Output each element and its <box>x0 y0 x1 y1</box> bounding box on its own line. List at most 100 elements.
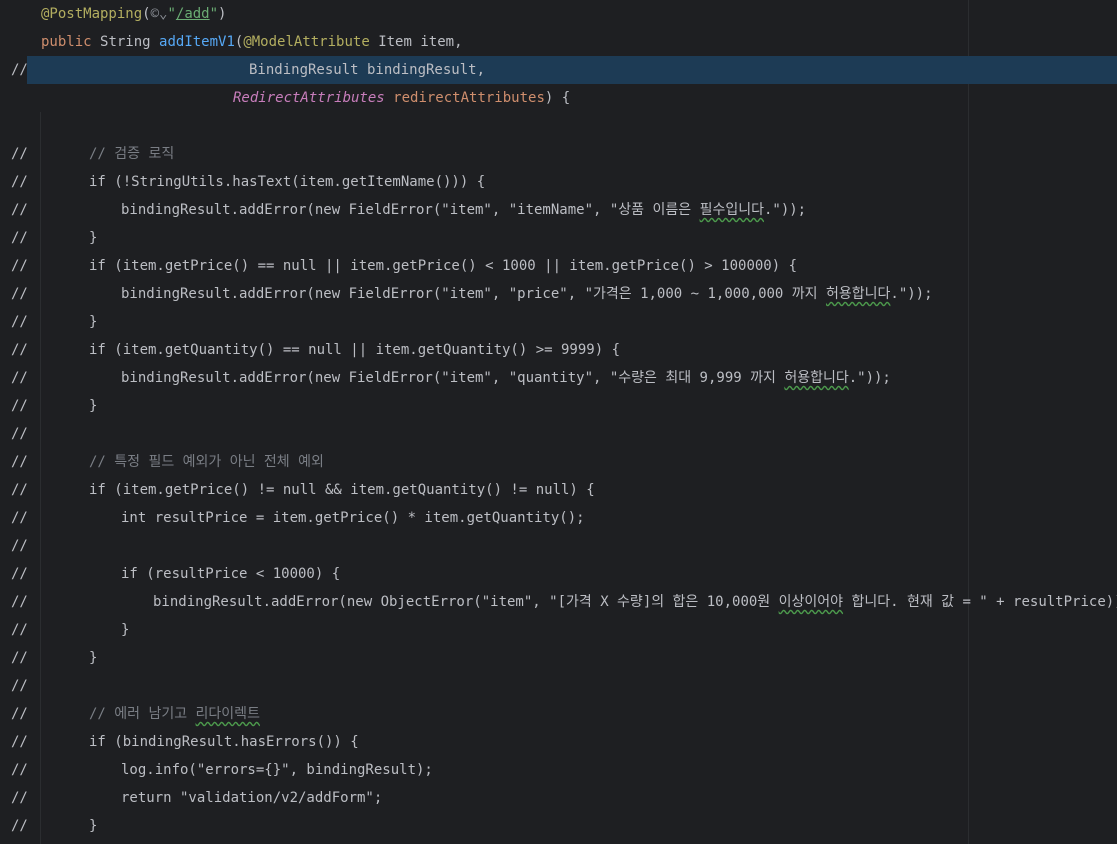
code-token: ) { <box>544 90 571 106</box>
code-token: if (item.getPrice() == null || item.getP… <box>89 258 798 274</box>
code-line[interactable]: //} <box>0 392 1117 420</box>
code-token: if (bindingResult.hasErrors()) { <box>89 734 359 750</box>
code-token: } <box>89 314 98 330</box>
line-comment-prefix: // <box>11 146 28 162</box>
code-token: } <box>89 230 98 246</box>
code-token: } <box>89 818 98 834</box>
code-token: if (resultPrice < 10000) { <box>121 566 341 582</box>
code-token: 이상이어야 <box>778 594 844 610</box>
code-text: // 특정 필드 예외가 아닌 전체 예외 <box>89 448 324 476</box>
code-line[interactable]: // // 특정 필드 예외가 아닌 전체 예외 <box>0 448 1117 476</box>
code-text: @PostMapping(©⌄"/add") <box>41 0 226 28</box>
code-text: // 검증 로직 <box>89 140 174 168</box>
code-editor[interactable]: @PostMapping(©⌄"/add") public String addI… <box>0 0 1117 844</box>
code-token: redirectAttributes <box>393 90 545 106</box>
code-token: addItemV1 <box>159 34 235 50</box>
code-token: if (item.getPrice() != null && item.getQ… <box>89 482 595 498</box>
line-comment-prefix: // <box>11 650 28 666</box>
code-token: 허용합니다 <box>825 286 891 302</box>
code-text: if (bindingResult.hasErrors()) { <box>89 728 359 756</box>
code-token: if (item.getQuantity() == null || item.g… <box>89 342 621 358</box>
code-line[interactable]: //} <box>0 812 1117 840</box>
code-line[interactable]: // int resultPrice = item.getPrice() * it… <box>0 504 1117 532</box>
code-line[interactable]: // if (!StringUtils.hasText(item.getItemN… <box>0 168 1117 196</box>
code-token: item <box>420 34 455 50</box>
code-token: // 특정 필드 예외가 아닌 전체 예외 <box>89 454 324 470</box>
code-line[interactable]: // <box>0 532 1117 560</box>
code-text: } <box>89 392 97 420</box>
code-line[interactable] <box>0 112 1117 140</box>
code-line[interactable]: // if (item.getPrice() != null && item.ge… <box>0 476 1117 504</box>
code-token: , <box>454 34 463 50</box>
line-comment-prefix: // <box>11 426 28 442</box>
code-token: } <box>89 650 98 666</box>
code-line[interactable]: //} <box>0 616 1117 644</box>
code-line[interactable]: // bindingResult.addError(new FieldError(… <box>0 280 1117 308</box>
code-text: } <box>89 644 97 672</box>
code-text: return "validation/v2/addForm"; <box>121 784 382 812</box>
line-comment-prefix: // <box>11 174 28 190</box>
code-token: if (!StringUtils.hasText(item.getItemNam… <box>89 174 486 190</box>
code-token: bindingResult.addError(new FieldError("i… <box>121 202 700 218</box>
code-text: public String addItemV1(@ModelAttribute … <box>41 28 463 56</box>
code-line[interactable]: //} <box>0 308 1117 336</box>
code-token: 허용합니다 <box>784 370 849 386</box>
code-text: bindingResult.addError(new FieldError("i… <box>121 364 891 392</box>
code-line[interactable]: // <box>0 420 1117 448</box>
code-line[interactable]: @PostMapping(©⌄"/add") <box>0 0 1117 28</box>
code-token: .")); <box>848 370 891 386</box>
code-text: } <box>89 224 97 252</box>
code-text: int resultPrice = item.getPrice() * item… <box>121 504 585 532</box>
code-token: .")); <box>890 286 933 302</box>
code-line[interactable]: // bindingResult.addError(new FieldError(… <box>0 196 1117 224</box>
code-line[interactable]: // // 에러 남기고 리다이렉트 <box>0 700 1117 728</box>
line-comment-prefix: // <box>11 510 28 526</box>
code-token: } <box>121 622 130 638</box>
code-text: bindingResult.addError(new FieldError("i… <box>121 280 933 308</box>
code-text: } <box>89 308 97 336</box>
line-comment-prefix: // <box>11 342 28 358</box>
line-comment-prefix: // <box>11 454 28 470</box>
line-comment-prefix: // <box>11 398 28 414</box>
code-line[interactable]: // log.info("errors={}", bindingResult); <box>0 756 1117 784</box>
code-line[interactable]: // bindingResult.addError(new FieldError(… <box>0 364 1117 392</box>
code-line[interactable]: // if (item.getQuantity() == null || item… <box>0 336 1117 364</box>
code-line[interactable]: //} <box>0 224 1117 252</box>
line-comment-prefix: // <box>11 482 28 498</box>
code-line[interactable]: // <box>0 672 1117 700</box>
code-line[interactable]: RedirectAttributes redirectAttributes) { <box>0 84 1117 112</box>
code-line[interactable]: // BindingResult bindingResult, <box>0 56 1117 84</box>
code-token: ©⌄ <box>150 6 168 22</box>
line-comment-prefix: // <box>11 314 28 330</box>
code-token: 리다이렉트 <box>195 706 260 722</box>
code-line[interactable]: // if (item.getPrice() == null || item.ge… <box>0 252 1117 280</box>
code-line[interactable]: // // 검증 로직 <box>0 140 1117 168</box>
code-token: bindingResult.addError(new ObjectError("… <box>153 594 779 610</box>
code-token: int resultPrice = item.getPrice() * item… <box>121 510 585 526</box>
line-comment-prefix: // <box>11 370 28 386</box>
code-text: if (!StringUtils.hasText(item.getItemNam… <box>89 168 485 196</box>
line-comment-prefix: // <box>11 286 28 302</box>
code-line[interactable]: // return "validation/v2/addForm"; <box>0 784 1117 812</box>
code-line[interactable]: public String addItemV1(@ModelAttribute … <box>0 28 1117 56</box>
code-token: @ModelAttribute <box>243 34 379 50</box>
code-token: " <box>167 6 176 22</box>
code-text: log.info("errors={}", bindingResult); <box>121 756 433 784</box>
code-text: bindingResult.addError(new ObjectError("… <box>153 588 1117 616</box>
line-comment-prefix: // <box>11 594 28 610</box>
code-line[interactable]: //} <box>0 644 1117 672</box>
code-line[interactable]: // if (resultPrice < 10000) { <box>0 560 1117 588</box>
code-token: String <box>100 34 160 50</box>
code-token: log.info("errors={}", bindingResult); <box>121 762 433 778</box>
line-comment-prefix: // <box>11 566 28 582</box>
code-token: public <box>41 34 101 50</box>
code-line[interactable]: // bindingResult.addError(new ObjectError… <box>0 588 1117 616</box>
code-text: // 에러 남기고 리다이렉트 <box>89 700 260 728</box>
line-comment-prefix: // <box>11 230 28 246</box>
code-text: if (item.getPrice() != null && item.getQ… <box>89 476 595 504</box>
code-line[interactable]: // if (bindingResult.hasErrors()) { <box>0 728 1117 756</box>
line-comment-prefix: // <box>11 706 28 722</box>
code-token: BindingResult bindingResult, <box>249 62 486 78</box>
line-comment-prefix: // <box>11 62 28 78</box>
code-token: .")); <box>763 202 807 218</box>
